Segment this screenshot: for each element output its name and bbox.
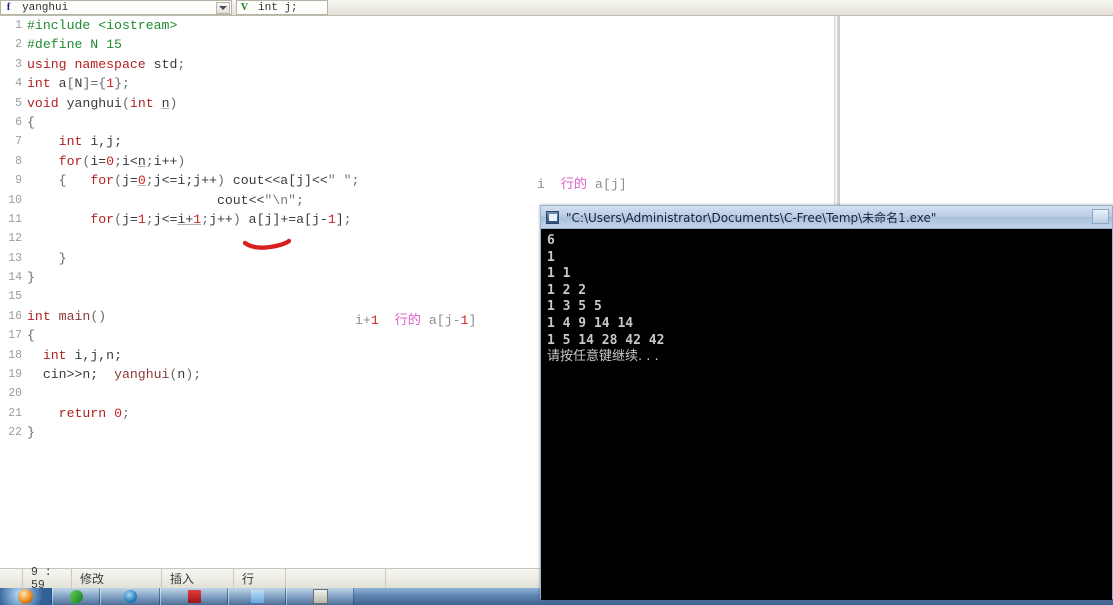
line-number: 3 xyxy=(15,57,22,71)
leaf-icon xyxy=(68,588,84,605)
console-title-text: "C:\Users\Administrator\Documents\C-Free… xyxy=(566,210,937,225)
line-content: void yanghui(int n) xyxy=(27,95,178,111)
line-content: int i,j; xyxy=(58,134,122,150)
annotation-part: 1 xyxy=(370,313,379,328)
annotation-line9: i 行的 a[j] xyxy=(537,175,627,194)
function-selector-value: yanghui xyxy=(22,1,69,14)
line-content: cin>>n; yanghui(n); xyxy=(42,367,202,383)
line-number: 14 xyxy=(8,271,22,285)
function-icon: f xyxy=(6,1,11,13)
annotation-part: i+ xyxy=(355,313,371,328)
console-window-buttons xyxy=(1092,209,1109,224)
line-number: 11 xyxy=(8,212,22,226)
console-line: 1 3 5 5 xyxy=(547,299,602,315)
annotation-part: a[j- xyxy=(428,313,461,328)
annotation-line16: i+1 行的 a[j-1] xyxy=(355,311,476,330)
line-content: int main() xyxy=(27,308,107,324)
annotation-part: 行的 xyxy=(378,313,429,328)
declaration-selector-value: int j; xyxy=(258,1,298,14)
pdf-reader-icon xyxy=(187,590,201,603)
line-number: 16 xyxy=(8,309,22,323)
console-output-text: 611 11 2 21 3 5 51 4 9 14 14 1 5 14 28 42… xyxy=(547,233,664,366)
line-content: } xyxy=(27,270,35,286)
line-number: 10 xyxy=(8,193,22,207)
internet-explorer-icon xyxy=(123,590,137,603)
line-content: #define N 15 xyxy=(27,37,122,53)
windows-orb-icon xyxy=(18,589,33,604)
line-number: 7 xyxy=(15,135,22,149)
console-line: 6 xyxy=(547,233,555,248)
line-number: 8 xyxy=(15,154,22,168)
line-content: #include <iostream> xyxy=(27,18,178,33)
editor-combo-bar: f yanghui V int j; xyxy=(0,0,1113,16)
variable-icon: V xyxy=(240,1,249,13)
annotation-part: ] xyxy=(468,313,477,328)
console-window-icon xyxy=(546,210,559,224)
line-number: 13 xyxy=(8,251,22,265)
line-content: for(i=0;i<n;i++) xyxy=(58,153,186,169)
line-number: 20 xyxy=(8,387,22,401)
red-underline-annotation xyxy=(243,238,291,250)
line-number: 18 xyxy=(8,348,22,362)
line-content: } xyxy=(27,425,35,441)
line-content: { xyxy=(27,328,35,344)
folder-icon xyxy=(250,590,264,603)
taskbar-item-2[interactable] xyxy=(100,588,160,605)
line-content: { xyxy=(27,114,35,130)
line-number: 2 xyxy=(15,38,22,52)
taskbar-item-4[interactable] xyxy=(228,588,286,605)
status-modified: 修改 xyxy=(72,569,162,588)
console-titlebar[interactable]: "C:\Users\Administrator\Documents\C-Free… xyxy=(541,206,1112,229)
line-number: 19 xyxy=(8,368,22,382)
line-content: cout<<"\n"; xyxy=(216,192,304,208)
console-line: 1 xyxy=(547,249,555,265)
annotation-part: i xyxy=(537,177,545,192)
minimize-button[interactable] xyxy=(1092,209,1109,224)
line-number: 6 xyxy=(15,115,22,129)
taskbar-item-5[interactable] xyxy=(286,588,354,605)
line-content: } xyxy=(58,250,67,266)
chevron-down-icon[interactable] xyxy=(216,2,230,14)
line-number: 12 xyxy=(8,232,22,246)
console-line: 1 2 2 xyxy=(547,282,587,298)
console-prompt: 请按任意键继续. . . xyxy=(547,349,659,365)
status-row-mode: 行 xyxy=(234,569,286,588)
console-line: 1 1 xyxy=(547,266,571,282)
taskbar-item-3[interactable] xyxy=(160,588,228,605)
line-content: for(j=1;j<=i+1;j++) a[j]+=a[j-1]; xyxy=(90,211,352,227)
status-insert-mode: 插入 xyxy=(162,569,234,588)
line-number: 17 xyxy=(8,329,22,343)
line-content: using namespace std; xyxy=(27,56,186,72)
console-line: 1 5 14 28 42 42 xyxy=(547,332,665,348)
declaration-selector-combo[interactable]: V int j; xyxy=(236,0,328,15)
line-number: 22 xyxy=(8,426,22,440)
line-content: return 0; xyxy=(58,405,130,421)
line-content: int i,j,n; xyxy=(42,347,122,363)
line-number: 21 xyxy=(8,406,22,420)
line-number: 4 xyxy=(15,77,22,91)
application-icon xyxy=(312,589,328,604)
start-button[interactable] xyxy=(0,588,52,605)
line-content: { for(j=0;j<=i;j++) cout<<a[j]<<" "; xyxy=(58,173,360,189)
line-number: 5 xyxy=(15,96,22,110)
line-number: 1 xyxy=(15,19,22,32)
line-number: 9 xyxy=(15,174,22,188)
line-content: int a[N]={1}; xyxy=(27,76,130,92)
annotation-part: a[j] xyxy=(595,177,627,192)
line-number: 15 xyxy=(8,290,22,304)
status-cursor-position: 9 : 59 xyxy=(22,566,72,592)
status-blank-cell xyxy=(286,569,386,588)
annotation-part: 行的 xyxy=(544,177,596,192)
taskbar-item-1[interactable] xyxy=(52,588,100,605)
console-window[interactable]: "C:\Users\Administrator\Documents\C-Free… xyxy=(540,205,1113,600)
console-output-area[interactable]: 611 11 2 21 3 5 51 4 9 14 14 1 5 14 28 42… xyxy=(541,229,1112,600)
console-line: 1 4 9 14 14 xyxy=(547,315,634,331)
function-selector-combo[interactable]: f yanghui xyxy=(0,0,232,15)
